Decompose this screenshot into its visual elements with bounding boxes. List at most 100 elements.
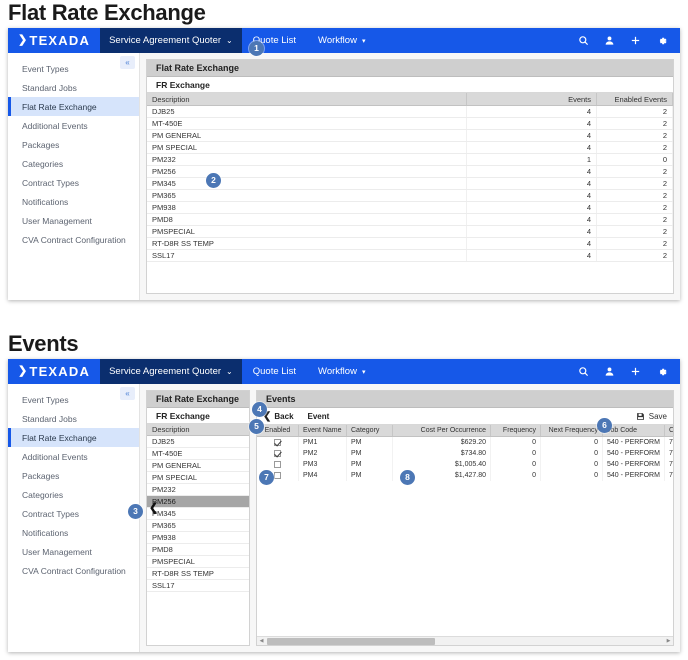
nav-workflow[interactable]: Workflow ▾ (307, 359, 376, 384)
texada-logo[interactable]: ❯ TEXADA (8, 365, 100, 378)
nav-service-agreement-quoter[interactable]: Service Agreement Quoter ⌄ (100, 359, 242, 384)
sidebar-item-cva-contract-configuration[interactable]: CVA Contract Configuration (8, 230, 139, 249)
scroll-right-arrow-icon[interactable]: ▶ (664, 637, 673, 646)
sidebar-item-categories[interactable]: Categories (8, 154, 139, 173)
table-row[interactable]: PM25642 (147, 166, 673, 178)
nav-quote-list[interactable]: Quote List (242, 359, 307, 384)
list-item-label: PM938 (152, 533, 176, 542)
plus-icon[interactable] (629, 34, 642, 47)
sidebar-label: Additional Events (22, 121, 88, 131)
back-button[interactable]: ❮ Back (263, 411, 294, 422)
enabled-checkbox[interactable] (274, 450, 281, 457)
list-item[interactable]: RT-D8R SS TEMP (147, 568, 249, 580)
column-header-job-code[interactable]: Job Code (603, 425, 665, 436)
cell-enabled[interactable] (257, 437, 299, 448)
column-header-enabled-events[interactable]: Enabled Events (597, 93, 673, 105)
sidebar-item-contract-types[interactable]: Contract Types (8, 173, 139, 192)
column-header-category[interactable]: Category (347, 425, 393, 436)
column-header-event-name[interactable]: Event Name (299, 425, 347, 436)
table-row[interactable]: PM34542 (147, 178, 673, 190)
list-item[interactable]: PMSPECIAL (147, 556, 249, 568)
table-row[interactable]: PM GENERAL42 (147, 130, 673, 142)
gear-icon[interactable] (655, 365, 668, 378)
tab-fr-exchange[interactable]: FR Exchange (147, 77, 673, 93)
table-row[interactable]: PM2PM$734.8000540 - PERFORM7502 - (257, 448, 673, 459)
table-row[interactable]: PM SPECIAL42 (147, 142, 673, 154)
list-item[interactable]: PM232 (147, 484, 249, 496)
table-row[interactable]: DJB2542 (147, 106, 673, 118)
cell-description: MT-450E (147, 118, 467, 129)
tab-fr-exchange-2[interactable]: FR Exchange (147, 408, 249, 424)
sidebar-item-user-management[interactable]: User Management (8, 542, 139, 561)
flat-rate-exchange-list-panel: Flat Rate Exchange FR Exchange Descripti… (146, 390, 250, 646)
sidebar-item-event-types[interactable]: Event Types (8, 59, 139, 78)
sidebar-item-notifications[interactable]: Notifications (8, 523, 139, 542)
list-item[interactable]: PM938 (147, 532, 249, 544)
table-row[interactable]: PMD842 (147, 214, 673, 226)
texada-logo[interactable]: ❯ TEXADA (8, 34, 100, 47)
sidebar-item-packages[interactable]: Packages (8, 466, 139, 485)
column-header-frequency[interactable]: Frequency (491, 425, 541, 436)
list-item[interactable]: PM345 (147, 508, 249, 520)
sidebar-item-user-management[interactable]: User Management (8, 211, 139, 230)
table-row[interactable]: PM36542 (147, 190, 673, 202)
list-item[interactable]: PM256 (147, 496, 249, 508)
table-row[interactable]: PM4PM$1,427.8000540 - PERFORM7504 - (257, 470, 673, 481)
sidebar-item-notifications[interactable]: Notifications (8, 192, 139, 211)
gear-icon[interactable] (655, 34, 668, 47)
sidebar-item-additional-events[interactable]: Additional Events (8, 447, 139, 466)
list-item[interactable]: PM365 (147, 520, 249, 532)
nav-workflow[interactable]: Workflow ▾ (307, 28, 376, 53)
table-row[interactable]: PM3PM$1,005.4000540 - PERFORM7503 - (257, 459, 673, 470)
sidebar-item-contract-types[interactable]: Contract Types (8, 504, 139, 523)
sidebar-item-flat-rate-exchange[interactable]: Flat Rate Exchange (8, 428, 139, 447)
sidebar-item-flat-rate-exchange[interactable]: Flat Rate Exchange (8, 97, 139, 116)
horizontal-scrollbar[interactable]: ◀ ▶ (257, 636, 673, 645)
user-icon[interactable] (603, 34, 616, 47)
column-header-next-frequency[interactable]: Next Frequency (541, 425, 603, 436)
sidebar-item-cva-contract-configuration[interactable]: CVA Contract Configuration (8, 561, 139, 580)
cell-cost-per-occurrence: $734.80 (393, 448, 491, 459)
list-item[interactable]: PM SPECIAL (147, 472, 249, 484)
list-column-header-description[interactable]: Description (147, 424, 249, 436)
sidebar-item-additional-events[interactable]: Additional Events (8, 116, 139, 135)
list-item[interactable]: SSL17 (147, 580, 249, 592)
sidebar-item-standard-jobs[interactable]: Standard Jobs (8, 409, 139, 428)
table-row[interactable]: SSL1742 (147, 250, 673, 262)
list-item[interactable]: MT-450E (147, 448, 249, 460)
table-row[interactable]: PMSPECIAL42 (147, 226, 673, 238)
scroll-left-arrow-icon[interactable]: ◀ (257, 637, 266, 646)
enabled-checkbox[interactable] (274, 472, 281, 479)
nav-service-agreement-quoter[interactable]: Service Agreement Quoter ⌄ (100, 28, 242, 53)
tab-event[interactable]: Event (308, 412, 330, 421)
column-header-cost-per-occurrence[interactable]: Cost Per Occurrence (393, 425, 491, 436)
sidebar-item-packages[interactable]: Packages (8, 135, 139, 154)
table-row[interactable]: PM1PM$629.2000540 - PERFORM7501 - (257, 437, 673, 448)
enabled-checkbox[interactable] (274, 439, 281, 446)
table-row[interactable]: RT-D8R SS TEMP42 (147, 238, 673, 250)
sidebar-nav-1: « Event Types Standard Jobs Flat Rate Ex… (8, 53, 140, 300)
column-header-events[interactable]: Events (467, 93, 597, 105)
search-icon[interactable] (577, 365, 590, 378)
sidebar-item-standard-jobs[interactable]: Standard Jobs (8, 78, 139, 97)
list-item[interactable]: PM GENERAL (147, 460, 249, 472)
list-item[interactable]: DJB25 (147, 436, 249, 448)
save-button[interactable]: Save (636, 412, 667, 421)
cell-enabled[interactable] (257, 448, 299, 459)
sidebar-item-categories[interactable]: Categories (8, 485, 139, 504)
scrollbar-thumb[interactable] (267, 638, 435, 645)
list-item[interactable]: PMD8 (147, 544, 249, 556)
column-header-description[interactable]: Description (147, 93, 467, 105)
sidebar-item-event-types[interactable]: Event Types (8, 390, 139, 409)
cell-enabled[interactable] (257, 459, 299, 470)
search-icon[interactable] (577, 34, 590, 47)
table-row[interactable]: MT-450E42 (147, 118, 673, 130)
table-row[interactable]: PM23210 (147, 154, 673, 166)
callout-badge-1: 1 (249, 41, 264, 56)
enabled-checkbox[interactable] (274, 461, 281, 468)
tab-fr-exchange-label: FR Exchange (156, 411, 210, 421)
plus-icon[interactable] (629, 365, 642, 378)
user-icon[interactable] (603, 365, 616, 378)
table-row[interactable]: PM93842 (147, 202, 673, 214)
column-header-comp[interactable]: Comp (665, 425, 674, 436)
